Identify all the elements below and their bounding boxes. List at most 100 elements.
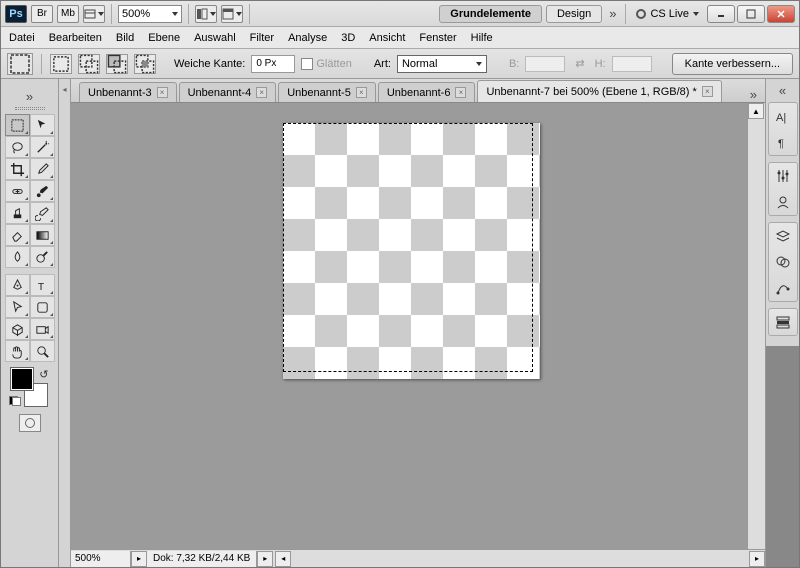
menu-hilfe[interactable]: Hilfe — [471, 32, 493, 44]
menu-datei[interactable]: Datei — [9, 32, 35, 44]
tab-unbenannt-4[interactable]: Unbenannt-4× — [179, 82, 277, 102]
chevron-down-icon — [476, 62, 482, 66]
close-icon[interactable]: × — [702, 86, 713, 97]
scroll-right-button[interactable]: ▸ — [749, 551, 765, 567]
menu-auswahl[interactable]: Auswahl — [194, 32, 236, 44]
refine-edge-button[interactable]: Kante verbessern... — [672, 53, 793, 75]
add-selection-button[interactable] — [78, 54, 100, 74]
tool-clone-stamp[interactable] — [5, 202, 30, 224]
menu-bild[interactable]: Bild — [116, 32, 134, 44]
panel-collapse-strip[interactable]: ◂ — [59, 79, 71, 567]
style-label: Art: — [374, 58, 391, 70]
tabs-overflow-button[interactable]: » — [742, 87, 765, 102]
style-combo[interactable]: Normal — [397, 55, 487, 73]
tool-lasso[interactable] — [5, 136, 30, 158]
menu-ebene[interactable]: Ebene — [148, 32, 180, 44]
tool-brush[interactable] — [30, 180, 55, 202]
adjustments-panel-icon[interactable] — [772, 166, 794, 186]
cslive-icon — [636, 9, 646, 19]
maximize-button[interactable] — [737, 5, 765, 23]
height-input — [612, 56, 652, 72]
quick-mask-button[interactable] — [19, 414, 41, 432]
intersect-selection-button[interactable] — [134, 54, 156, 74]
default-colors-icon[interactable] — [9, 396, 21, 406]
tool-shape[interactable] — [30, 296, 55, 318]
toolbox-collapse-button[interactable]: » — [3, 83, 56, 104]
close-icon[interactable]: × — [455, 87, 466, 98]
tab-unbenannt-5[interactable]: Unbenannt-5× — [278, 82, 376, 102]
menu-bar: Datei Bearbeiten Bild Ebene Auswahl Filt… — [1, 27, 799, 49]
tool-3d-camera[interactable] — [30, 318, 55, 340]
canvas[interactable] — [283, 123, 540, 379]
new-selection-button[interactable] — [50, 54, 72, 74]
cslive-button[interactable]: CS Live — [636, 8, 699, 20]
close-icon[interactable]: × — [256, 87, 267, 98]
bridge-button[interactable]: Br — [31, 5, 53, 23]
menu-analyse[interactable]: Analyse — [288, 32, 327, 44]
separator — [41, 54, 42, 74]
swap-colors-icon[interactable]: ↺ — [39, 368, 48, 381]
tab-unbenannt-3[interactable]: Unbenannt-3× — [79, 82, 177, 102]
color-swatches[interactable]: ↺ — [9, 368, 51, 406]
screen-mode-button[interactable] — [221, 5, 243, 23]
status-zoom-input[interactable]: 500% — [71, 551, 131, 567]
vertical-scrollbar[interactable]: ▲ — [747, 103, 765, 549]
foreground-color-swatch[interactable] — [11, 368, 33, 390]
tool-zoom[interactable] — [30, 340, 55, 362]
dock-expand-button[interactable]: « — [776, 83, 789, 98]
close-icon[interactable]: × — [157, 87, 168, 98]
status-menu-button[interactable]: ▸ — [131, 551, 147, 567]
scroll-left-button[interactable]: ◂ — [275, 551, 291, 567]
menu-ansicht[interactable]: Ansicht — [369, 32, 405, 44]
view-extras-button[interactable] — [83, 5, 105, 23]
menu-bearbeiten[interactable]: Bearbeiten — [49, 32, 102, 44]
tab-unbenannt-6[interactable]: Unbenannt-6× — [378, 82, 476, 102]
paths-panel-icon[interactable] — [772, 278, 794, 298]
tool-magic-wand[interactable] — [30, 136, 55, 158]
tab-unbenannt-7[interactable]: Unbenannt-7 bei 500% (Ebene 1, RGB/8) *× — [477, 80, 721, 102]
feather-input[interactable]: 0 Px — [251, 55, 295, 73]
tool-gradient[interactable] — [30, 224, 55, 246]
canvas-viewport[interactable]: ▲ 500% ▸ Dok: 7,32 KB/2,44 KB ▸ ◂ ▸ — [71, 103, 765, 567]
scroll-up-button[interactable]: ▲ — [748, 103, 764, 119]
document-area: Unbenannt-3× Unbenannt-4× Unbenannt-5× U… — [71, 79, 765, 567]
zoom-level-combo[interactable]: 500% — [118, 5, 182, 23]
menu-3d[interactable]: 3D — [341, 32, 355, 44]
tool-type[interactable]: T — [30, 274, 55, 296]
tool-eraser[interactable] — [5, 224, 30, 246]
tool-pen[interactable] — [5, 274, 30, 296]
arrange-documents-button[interactable] — [195, 5, 217, 23]
close-icon[interactable]: × — [356, 87, 367, 98]
minibridge-button[interactable]: Mb — [57, 5, 79, 23]
minimize-button[interactable] — [707, 5, 735, 23]
history-panel-icon[interactable] — [772, 312, 794, 332]
character-panel-icon[interactable]: A| — [772, 106, 794, 126]
menu-filter[interactable]: Filter — [250, 32, 274, 44]
status-arrow-button[interactable]: ▸ — [257, 551, 273, 567]
subtract-selection-button[interactable] — [106, 54, 128, 74]
tool-dodge[interactable] — [30, 246, 55, 268]
tool-marquee[interactable] — [5, 114, 30, 136]
channels-panel-icon[interactable] — [772, 252, 794, 272]
tool-move[interactable] — [30, 114, 55, 136]
tool-path-select[interactable] — [5, 296, 30, 318]
current-tool-icon[interactable] — [7, 53, 33, 75]
workspace-essentials-button[interactable]: Grundelemente — [439, 5, 542, 23]
workspace-more-button[interactable]: » — [606, 6, 619, 21]
close-button[interactable] — [767, 5, 795, 23]
tool-crop[interactable] — [5, 158, 30, 180]
tool-3d[interactable] — [5, 318, 30, 340]
toolbox-grip[interactable] — [5, 104, 55, 112]
menu-fenster[interactable]: Fenster — [419, 32, 456, 44]
masks-panel-icon[interactable] — [772, 192, 794, 212]
tool-blur[interactable] — [5, 246, 30, 268]
tool-history-brush[interactable] — [30, 202, 55, 224]
tool-eyedropper[interactable] — [30, 158, 55, 180]
tool-healing[interactable] — [5, 180, 30, 202]
layers-panel-icon[interactable] — [772, 226, 794, 246]
feather-label: Weiche Kante: — [174, 58, 245, 70]
workspace-design-button[interactable]: Design — [546, 5, 602, 23]
paragraph-panel-icon[interactable]: ¶ — [772, 132, 794, 152]
separator — [625, 4, 626, 24]
tool-hand[interactable] — [5, 340, 30, 362]
